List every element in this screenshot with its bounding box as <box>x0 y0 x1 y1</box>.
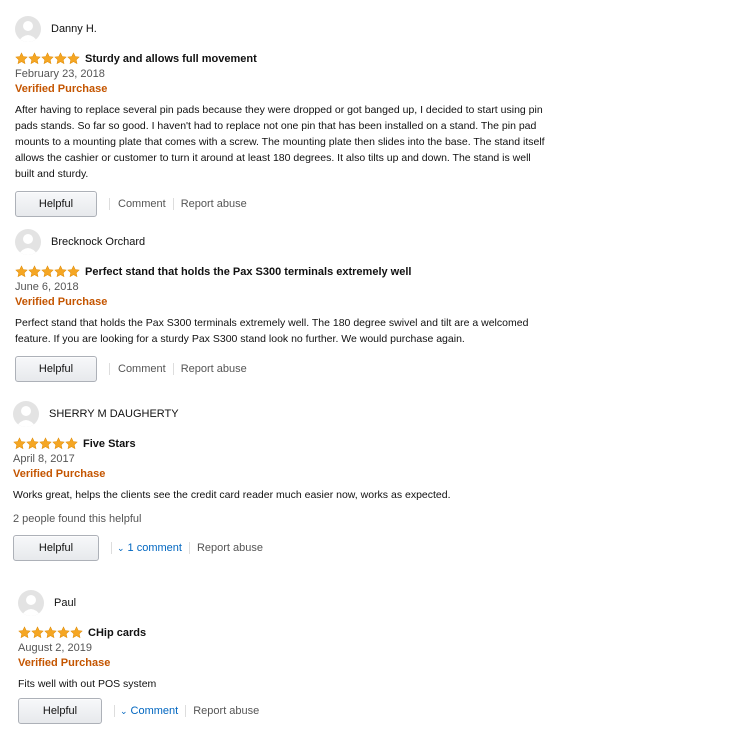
helpful-button[interactable]: Helpful <box>13 535 99 561</box>
divider <box>111 542 112 554</box>
review-actions: Helpful ⌄ 1 comment Report abuse <box>13 535 733 561</box>
review-author-row: SHERRY M DAUGHERTY <box>13 400 733 428</box>
divider <box>188 542 190 554</box>
review-actions: Helpful Comment Report abuse <box>15 191 735 217</box>
review-body-line: Works great, helps the clients see the c… <box>13 489 451 501</box>
star-rating[interactable] <box>15 52 80 65</box>
star-icon <box>15 52 28 65</box>
helpful-button[interactable]: Helpful <box>15 191 97 217</box>
report-abuse-link[interactable]: Report abuse <box>181 198 247 210</box>
review-title[interactable]: Perfect stand that holds the Pax S300 te… <box>85 266 411 278</box>
review-body-line: After having to replace several pin pads… <box>15 104 543 116</box>
chevron-down-icon[interactable]: ⌄ <box>120 706 128 717</box>
divider <box>172 198 174 210</box>
star-icon <box>67 52 80 65</box>
verified-purchase-badge: Verified Purchase <box>15 296 108 308</box>
review-body-line: Perfect stand that holds the Pax S300 te… <box>15 317 529 329</box>
review-body: Perfect stand that holds the Pax S300 te… <box>15 315 735 347</box>
review-date: August 2, 2019 <box>18 642 93 654</box>
star-icon <box>70 626 83 639</box>
review-body: Fits well with out POS system <box>18 676 733 692</box>
verified-purchase-badge: Verified Purchase <box>13 468 106 480</box>
review-date: February 23, 2018 <box>15 68 105 80</box>
review-author-name[interactable]: Danny H. <box>51 23 97 35</box>
comment-link[interactable]: Comment <box>118 363 166 375</box>
divider <box>109 363 110 375</box>
star-icon <box>52 437 65 450</box>
star-icon <box>15 265 28 278</box>
review-title-row: Sturdy and allows full movement <box>15 51 735 66</box>
review-body-line: feature. If you are looking for a sturdy… <box>15 333 465 345</box>
review-1: Danny H. Sturdy and allows full movement… <box>15 15 735 217</box>
avatar-icon <box>15 16 41 42</box>
review-title[interactable]: Sturdy and allows full movement <box>85 53 257 65</box>
review-body-line: built and sturdy. <box>15 168 89 180</box>
helpful-button[interactable]: Helpful <box>15 356 97 382</box>
review-date: April 8, 2017 <box>13 453 75 465</box>
star-icon <box>44 626 57 639</box>
avatar-icon <box>15 229 41 255</box>
report-abuse-link[interactable]: Report abuse <box>193 705 259 717</box>
review-title[interactable]: CHip cards <box>88 627 146 639</box>
review-body: After having to replace several pin pads… <box>15 102 735 182</box>
comment-link[interactable]: Comment <box>131 705 179 717</box>
star-icon <box>26 437 39 450</box>
review-author-row: Paul <box>18 589 733 617</box>
review-author-row: Danny H. <box>15 15 735 43</box>
star-icon <box>18 626 31 639</box>
review-title-row: Five Stars <box>13 436 733 451</box>
review-author-name[interactable]: Paul <box>54 597 76 609</box>
star-icon <box>28 52 41 65</box>
divider <box>185 705 187 717</box>
divider <box>172 363 174 375</box>
verified-purchase-badge: Verified Purchase <box>15 83 108 95</box>
avatar-icon <box>13 401 39 427</box>
avatar-icon <box>18 590 44 616</box>
star-icon <box>31 626 44 639</box>
star-rating[interactable] <box>18 626 83 639</box>
review-author-name[interactable]: Brecknock Orchard <box>51 236 145 248</box>
review-actions: Helpful ⌄ Comment Report abuse <box>18 698 733 724</box>
star-icon <box>39 437 52 450</box>
star-icon <box>13 437 26 450</box>
star-icon <box>54 265 67 278</box>
comments-link[interactable]: 1 comment <box>128 542 182 554</box>
review-author-name[interactable]: SHERRY M DAUGHERTY <box>49 408 179 420</box>
verified-purchase-badge: Verified Purchase <box>18 657 111 669</box>
review-title-row: Perfect stand that holds the Pax S300 te… <box>15 264 735 279</box>
star-rating[interactable] <box>13 437 78 450</box>
review-4: Paul CHip cards August 2, 2019 Verified … <box>18 589 733 724</box>
comment-link[interactable]: Comment <box>118 198 166 210</box>
star-icon <box>41 265 54 278</box>
review-title-row: CHip cards <box>18 625 733 640</box>
star-icon <box>57 626 70 639</box>
divider <box>109 198 110 210</box>
helpful-count: 2 people found this helpful <box>13 513 142 525</box>
review-body-line: allows the cashier or customer to turn i… <box>15 152 531 164</box>
review-date: June 6, 2018 <box>15 281 79 293</box>
chevron-down-icon[interactable]: ⌄ <box>117 543 125 554</box>
review-body-line: mounts to a mounting plate that comes wi… <box>15 136 545 148</box>
review-body: Works great, helps the clients see the c… <box>13 487 733 503</box>
review-3: SHERRY M DAUGHERTY Five Stars April 8, 2… <box>13 400 733 561</box>
divider <box>114 705 115 717</box>
star-icon <box>67 265 80 278</box>
star-rating[interactable] <box>15 265 80 278</box>
review-2: Brecknock Orchard Perfect stand that hol… <box>15 228 735 382</box>
review-actions: Helpful Comment Report abuse <box>15 356 735 382</box>
helpful-button[interactable]: Helpful <box>18 698 102 724</box>
report-abuse-link[interactable]: Report abuse <box>197 542 263 554</box>
star-icon <box>54 52 67 65</box>
review-title[interactable]: Five Stars <box>83 438 136 450</box>
star-icon <box>65 437 78 450</box>
star-icon <box>41 52 54 65</box>
review-body-line: pads stands. So far so good. I haven't h… <box>15 120 537 132</box>
star-icon <box>28 265 41 278</box>
report-abuse-link[interactable]: Report abuse <box>181 363 247 375</box>
review-author-row: Brecknock Orchard <box>15 228 735 256</box>
review-body-line: Fits well with out POS system <box>18 678 157 690</box>
